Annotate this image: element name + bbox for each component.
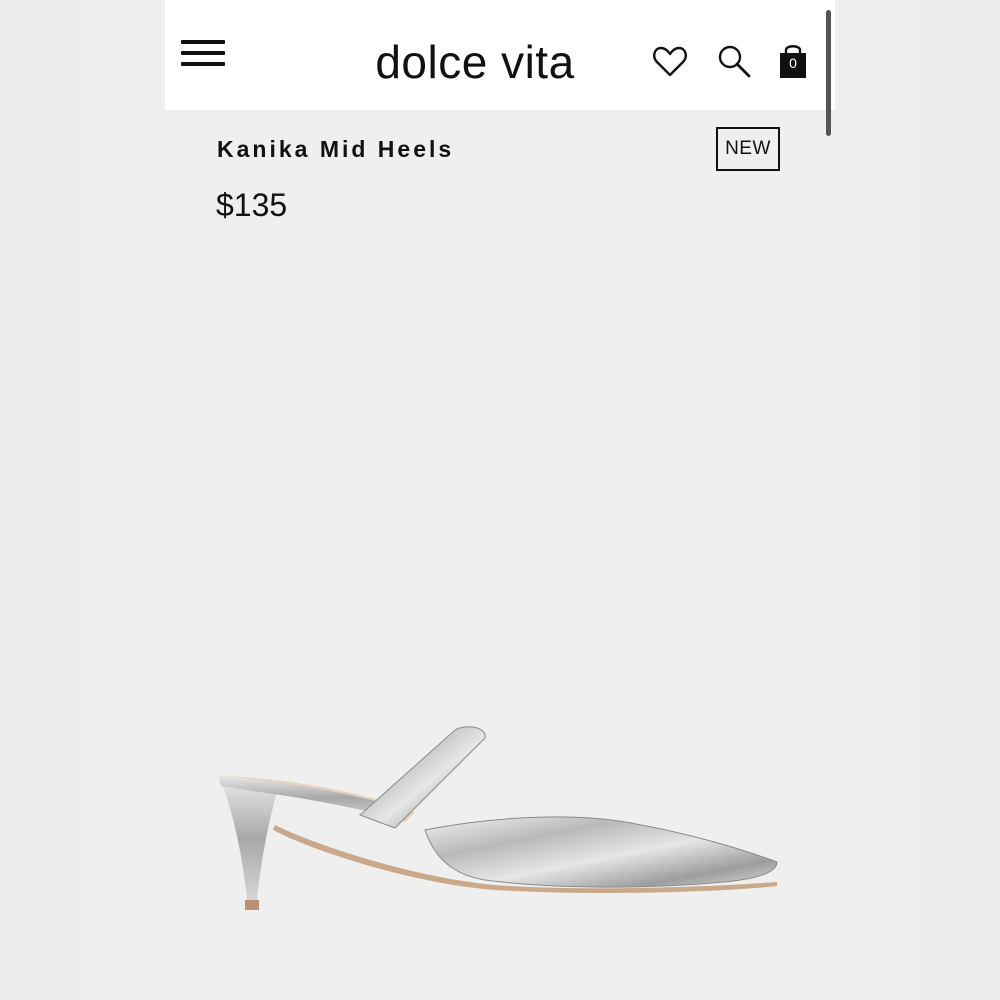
right-background (835, 0, 1000, 1000)
cart-count: 0 (789, 55, 797, 71)
product-title: Kanika Mid Heels (217, 136, 455, 162)
product-image[interactable] (165, 700, 835, 940)
site-header: dolce vita 0 (165, 0, 835, 136)
brand-logo[interactable]: dolce vita (365, 34, 585, 90)
product-price: $135 (216, 187, 288, 223)
heart-icon[interactable] (650, 42, 690, 82)
shopping-bag-icon[interactable]: 0 (773, 40, 813, 80)
scrollbar[interactable] (826, 10, 831, 136)
new-badge: NEW (716, 127, 780, 171)
menu-icon[interactable] (181, 40, 225, 72)
search-icon[interactable] (715, 42, 755, 82)
phone-screen: dolce vita 0 Kanika Mid Heels NEW $135 (165, 0, 835, 1000)
left-background (0, 0, 165, 1000)
